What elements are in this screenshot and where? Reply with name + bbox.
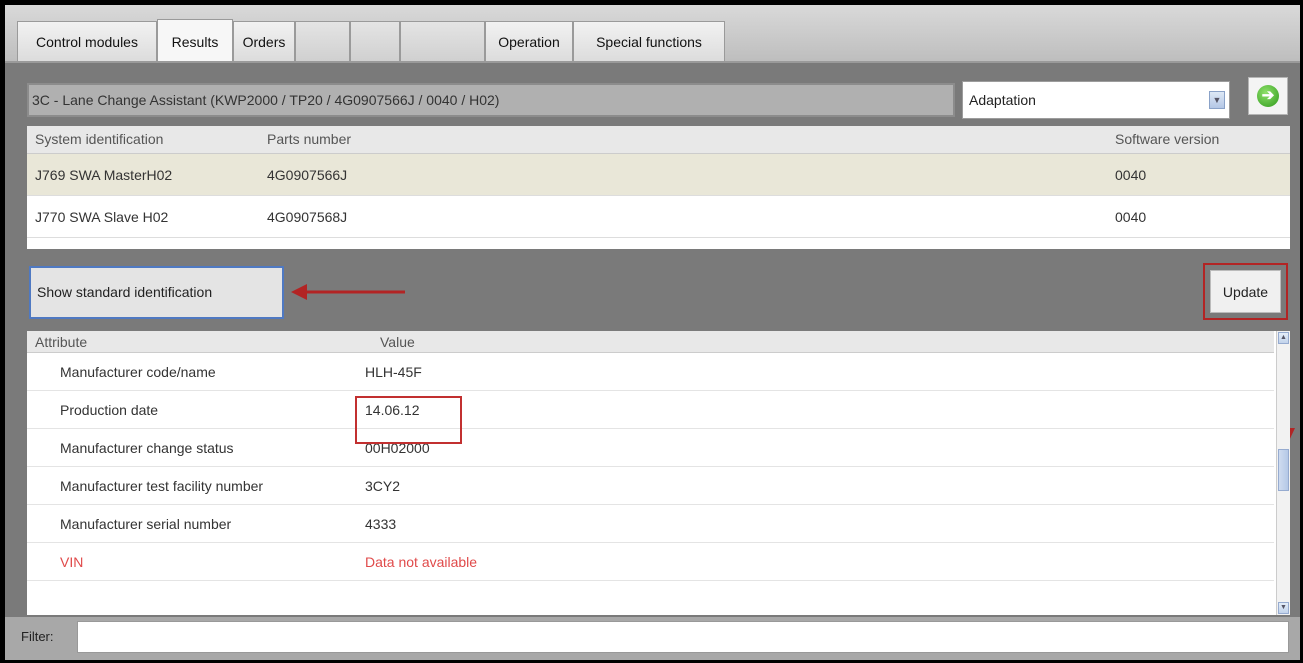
column-header: Attribute	[35, 334, 88, 350]
table-row[interactable]: Manufacturer serial number 4333	[27, 505, 1274, 543]
vertical-scrollbar[interactable]: ▲ ▼	[1276, 331, 1290, 615]
tab-disabled	[295, 21, 350, 61]
attribute-cell: Manufacturer test facility number	[60, 478, 264, 494]
software-version-cell: 0040	[1115, 167, 1147, 183]
show-standard-identification-button[interactable]: Show standard identification	[29, 266, 284, 319]
value-cell: 3CY2	[365, 478, 401, 494]
table-row[interactable]: Production date 14.06.12	[27, 391, 1274, 429]
scroll-down-icon[interactable]: ▼	[1278, 602, 1289, 614]
table-row[interactable]: Manufacturer code/name HLH-45F	[27, 353, 1274, 391]
tab-label: Special functions	[596, 33, 702, 50]
function-select-value: Adaptation	[969, 92, 1036, 108]
table-header: System identification Parts number Softw…	[27, 126, 1290, 154]
column-header: System identification	[35, 131, 164, 147]
update-button-highlight: Update	[1203, 263, 1288, 320]
attribute-cell: Production date	[60, 402, 159, 418]
table-header: Attribute Value	[27, 331, 1274, 353]
column-header: Software version	[1115, 131, 1220, 147]
function-select[interactable]: Adaptation ▼	[962, 81, 1230, 119]
diagnostic-window: Control modules Results Orders Operation…	[5, 5, 1300, 660]
tab-divider	[5, 61, 1300, 63]
filter-input[interactable]	[77, 621, 1289, 653]
table-row[interactable]: Manufacturer change status 00H02000	[27, 429, 1274, 467]
module-title: 3C - Lane Change Assistant (KWP2000 / TP…	[27, 83, 955, 117]
tab-bar: Control modules Results Orders Operation…	[5, 5, 1300, 63]
tab-label: Control modules	[36, 33, 138, 50]
chevron-down-icon[interactable]: ▼	[1209, 91, 1225, 109]
tab-control-modules[interactable]: Control modules	[17, 21, 157, 61]
software-version-cell: 0040	[1115, 209, 1147, 225]
update-button[interactable]: Update	[1210, 270, 1281, 313]
attribute-table: Attribute Value Manufacturer code/name H…	[27, 331, 1290, 615]
identification-table: System identification Parts number Softw…	[27, 126, 1290, 249]
table-row[interactable]: J769 SWA MasterH02 4G0907566J 0040	[27, 154, 1290, 196]
tab-label: Results	[171, 33, 219, 50]
attribute-cell: Manufacturer serial number	[60, 516, 232, 532]
attribute-cell: Manufacturer change status	[60, 440, 234, 456]
column-header: Value	[380, 334, 415, 350]
tab-disabled	[350, 21, 400, 61]
go-button[interactable]: ➔	[1248, 77, 1288, 115]
value-cell: 4333	[365, 516, 397, 532]
column-header: Parts number	[267, 131, 352, 147]
tab-label: Orders	[242, 33, 286, 50]
parts-number-cell: 4G0907568J	[267, 209, 348, 225]
parts-number-cell: 4G0907566J	[267, 167, 348, 183]
filter-bar: Filter:	[5, 617, 1300, 660]
filter-label: Filter:	[21, 629, 54, 644]
tab-disabled	[400, 21, 485, 61]
tab-orders[interactable]: Orders	[233, 21, 295, 61]
tab-results[interactable]: Results	[157, 19, 233, 63]
value-cell: Data not available	[365, 554, 478, 570]
scrollbar-thumb[interactable]	[1278, 449, 1289, 491]
table-row[interactable]: Manufacturer test facility number 3CY2	[27, 467, 1274, 505]
scroll-up-icon[interactable]: ▲	[1278, 332, 1289, 344]
attribute-cell: VIN	[60, 554, 84, 570]
tab-special-functions[interactable]: Special functions	[573, 21, 725, 61]
tab-operation[interactable]: Operation	[485, 21, 573, 61]
value-cell: HLH-45F	[365, 364, 422, 380]
table-row[interactable]: VIN Data not available	[27, 543, 1274, 581]
system-id-cell: J769 SWA MasterH02	[35, 167, 173, 183]
tab-label: Operation	[498, 33, 560, 50]
production-date-highlight	[355, 396, 462, 444]
table-row[interactable]: J770 SWA Slave H02 4G0907568J 0040	[27, 196, 1290, 238]
system-id-cell: J770 SWA Slave H02	[35, 209, 169, 225]
attribute-cell: Manufacturer code/name	[60, 364, 216, 380]
go-arrow-icon: ➔	[1257, 85, 1279, 107]
